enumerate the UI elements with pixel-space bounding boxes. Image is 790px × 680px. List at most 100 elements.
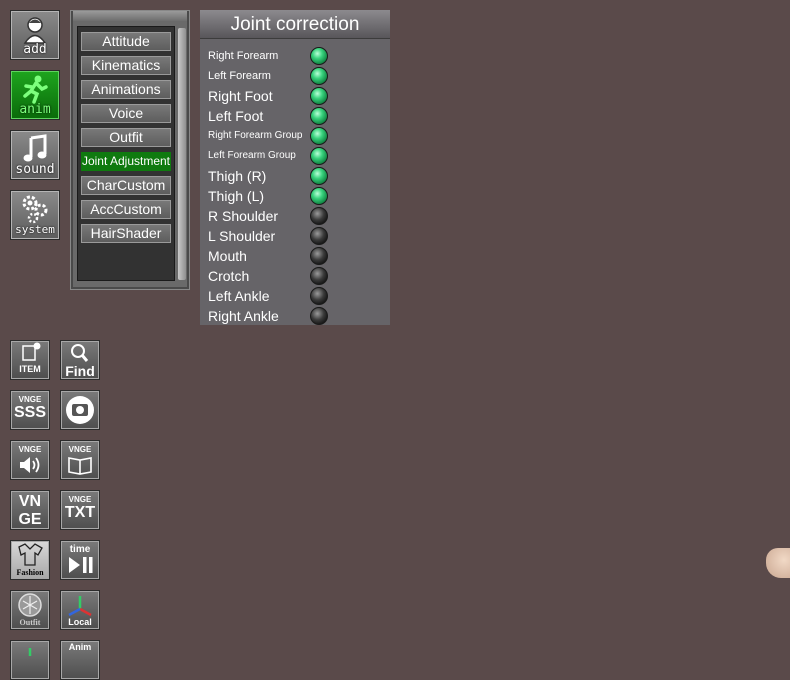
vnge-book-button[interactable]: VNGE — [60, 440, 100, 480]
anim-tool-button[interactable]: Anim — [60, 640, 100, 680]
running-figure-icon — [11, 74, 59, 104]
sound-button[interactable]: sound — [10, 130, 60, 180]
joint-label: Crotch — [208, 268, 250, 284]
menu-item-acccustom[interactable]: AccCustom — [81, 200, 171, 219]
outfit-label: Outfit — [19, 618, 41, 627]
vnge-sss-label: SSS — [13, 404, 46, 421]
menu-item-charcustom[interactable]: CharCustom — [81, 176, 171, 195]
screenshot-button[interactable] — [60, 390, 100, 430]
menu-item-kinematics[interactable]: Kinematics — [81, 56, 171, 75]
menu-item-animations[interactable]: Animations — [81, 80, 171, 99]
camera-icon — [66, 396, 94, 424]
vnge-audio-top-label: VNGE — [18, 445, 42, 454]
vnge-txt-button[interactable]: VNGE TXT — [60, 490, 100, 530]
item-label: ITEM — [19, 364, 41, 374]
add-button[interactable]: add — [10, 10, 60, 60]
play-pause-icon — [69, 557, 93, 573]
local-button[interactable]: Local — [60, 590, 100, 630]
joint-row-right-foot: Right Foot — [208, 86, 388, 106]
joint-row-l-shoulder: L Shoulder — [208, 226, 388, 246]
system-button[interactable]: system — [10, 190, 60, 240]
panel-title[interactable]: Joint correction — [200, 10, 390, 39]
fashion-button[interactable]: Fashion — [10, 540, 50, 580]
joint-label: Right Ankle — [208, 308, 279, 324]
joint-row-left-foot: Left Foot — [208, 106, 388, 126]
vnge-button[interactable]: VN GE — [10, 490, 50, 530]
joint-toggle-left-foot[interactable] — [310, 107, 328, 125]
joint-toggle-r-shoulder[interactable] — [310, 207, 328, 225]
vnge-bottom-label: GE — [18, 511, 42, 528]
vnge-sss-button[interactable]: VNGE SSS — [10, 390, 50, 430]
joint-row-mouth: Mouth — [208, 246, 388, 266]
joint-row-crotch: Crotch — [208, 266, 388, 286]
outfit-icon — [18, 593, 42, 617]
item-button[interactable]: ITEM — [10, 340, 50, 380]
menu-item-voice[interactable]: Voice — [81, 104, 171, 123]
menu-item-hairshader[interactable]: HairShader — [81, 224, 171, 243]
joint-label: Thigh (R) — [208, 168, 267, 184]
joint-label: Right Foot — [208, 88, 273, 104]
joint-label: Right Forearm Group — [208, 130, 303, 141]
vnge-sss-top-label: VNGE — [18, 395, 42, 404]
system-label: system — [15, 223, 55, 236]
joint-toggle-thigh-l[interactable] — [310, 187, 328, 205]
time-label: time — [69, 544, 91, 555]
joint-toggle-right-foot[interactable] — [310, 87, 328, 105]
menu-scrollbar[interactable] — [178, 28, 186, 280]
joint-toggle-left-forearm[interactable] — [310, 67, 328, 85]
joint-label: R Shoulder — [208, 208, 279, 224]
joint-toggle-left-ankle[interactable] — [310, 287, 328, 305]
person-icon — [11, 14, 59, 44]
move-button[interactable] — [10, 640, 50, 680]
find-button[interactable]: Find — [60, 340, 100, 380]
gears-icon — [11, 194, 59, 224]
find-label: Find — [65, 363, 95, 379]
vnge-audio-button[interactable]: VNGE — [10, 440, 50, 480]
anim-button[interactable]: anim — [10, 70, 60, 120]
anim-label: anim — [19, 102, 51, 117]
menu-panel: Attitude Kinematics Animations Voice Out… — [70, 10, 190, 290]
joint-row-left-forearm-group: Left Forearm Group — [208, 146, 388, 166]
time-button[interactable]: time — [60, 540, 100, 580]
menu-item-joint-adjustment[interactable]: Joint Adjustment — [81, 152, 171, 171]
joint-label: Thigh (L) — [208, 188, 265, 204]
outfit-button[interactable]: Outfit — [10, 590, 50, 630]
joint-toggle-crotch[interactable] — [310, 267, 328, 285]
menu-panel-titlebar[interactable] — [73, 11, 187, 21]
vnge-top-label: VN — [18, 493, 42, 510]
joint-label: Left Ankle — [208, 288, 270, 304]
magnifier-icon — [71, 344, 89, 362]
fashion-icon — [18, 543, 43, 566]
menu-item-outfit[interactable]: Outfit — [81, 128, 171, 147]
joint-toggle-right-forearm[interactable] — [310, 47, 328, 65]
joint-row-r-shoulder: R Shoulder — [208, 206, 388, 226]
joint-label: Left Forearm Group — [208, 150, 296, 161]
green-arrow-icon — [28, 648, 32, 656]
joint-toggle-right-ankle[interactable] — [310, 307, 328, 325]
joint-row-right-forearm-group: Right Forearm Group — [208, 126, 388, 146]
joint-toggle-l-shoulder[interactable] — [310, 227, 328, 245]
menu-item-attitude[interactable]: Attitude — [81, 32, 171, 51]
vnge-txt-top-label: VNGE — [68, 495, 92, 504]
fashion-label: Fashion — [16, 568, 44, 577]
joint-toggle-mouth[interactable] — [310, 247, 328, 265]
joint-row-right-ankle: Right Ankle — [208, 306, 388, 326]
music-note-icon — [11, 134, 59, 164]
vnge-txt-label: TXT — [64, 504, 96, 521]
anim-tool-label: Anim — [68, 642, 92, 652]
add-label: add — [23, 42, 47, 57]
joint-row-thigh-r: Thigh (R) — [208, 166, 388, 186]
sound-label: sound — [15, 162, 55, 177]
book-icon — [68, 457, 92, 475]
joint-row-left-ankle: Left Ankle — [208, 286, 388, 306]
joint-correction-panel: Joint correction Right Forearm Left Fore… — [200, 10, 390, 325]
speaker-icon — [20, 457, 40, 473]
joint-label: Left Foot — [208, 108, 264, 124]
joint-row-right-forearm: Right Forearm — [208, 46, 388, 66]
joint-row-thigh-l: Thigh (L) — [208, 186, 388, 206]
vnge-book-top-label: VNGE — [68, 445, 92, 454]
joint-toggle-right-forearm-group[interactable] — [310, 127, 328, 145]
joint-label: L Shoulder — [208, 228, 276, 244]
joint-toggle-left-forearm-group[interactable] — [310, 147, 328, 165]
joint-toggle-thigh-r[interactable] — [310, 167, 328, 185]
